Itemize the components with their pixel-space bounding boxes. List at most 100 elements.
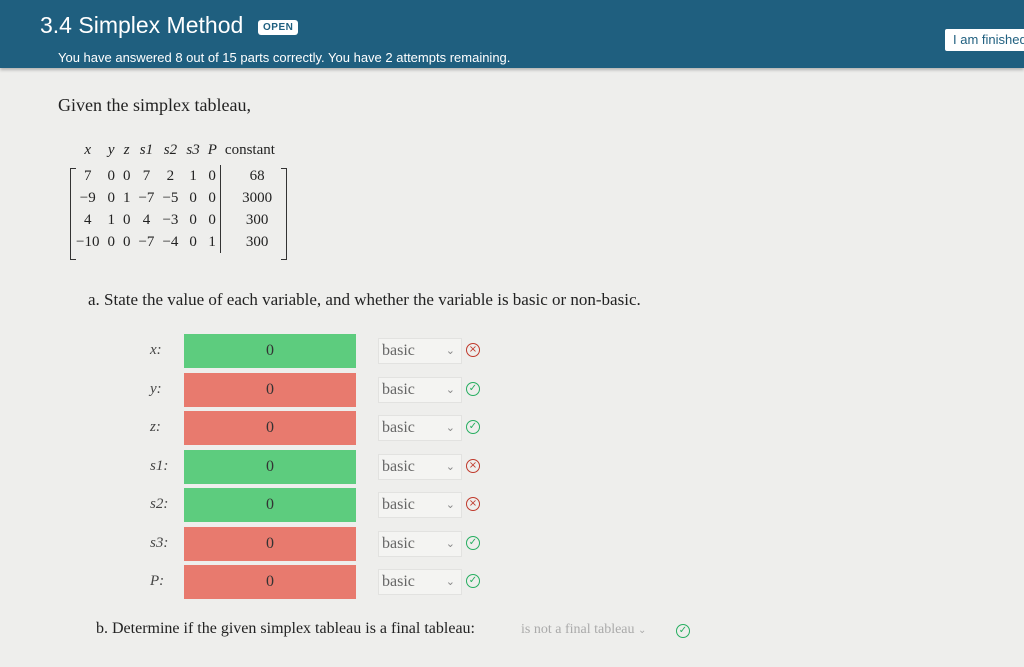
cross-icon: × (466, 343, 480, 357)
variable-label: s3: (150, 534, 169, 551)
part-b-instruction: b. Determine if the given simplex tablea… (96, 620, 475, 637)
chevron-down-icon: ⌄ (445, 537, 455, 550)
tableau-header: x (84, 141, 92, 158)
basic-select-value: basic (382, 496, 415, 513)
tableau-cell: 0 (122, 211, 131, 228)
tableau-cell: 3000 (220, 187, 279, 209)
tableau-cell: 1 (189, 167, 197, 184)
basic-select[interactable]: basic ⌄ (378, 530, 462, 557)
basic-select[interactable]: basic ⌄ (378, 453, 462, 480)
chevron-down-icon: ⌄ (638, 625, 647, 636)
tableau-cell: 1 (122, 189, 131, 206)
tableau-header: s1 (139, 141, 154, 158)
tableau-row: 4 1 0 4 −3 0 0 300 (72, 209, 279, 231)
basic-select[interactable]: basic ⌄ (378, 376, 462, 403)
top-bar: 3.4 Simplex Method OPEN You have answere… (0, 0, 1024, 68)
variable-label: y: (150, 380, 162, 397)
basic-select[interactable]: basic ⌄ (378, 492, 462, 518)
variable-label: s1: (150, 457, 169, 474)
chevron-down-icon: ⌄ (445, 576, 455, 588)
tableau-row: 7 0 0 7 2 1 0 68 (72, 165, 279, 187)
variable-label: x: (150, 342, 162, 358)
variable-label: z: (150, 419, 161, 435)
tableau-cell: 0 (208, 189, 216, 206)
basic-select[interactable]: basic ⌄ (378, 569, 462, 595)
basic-select-value: basic (382, 342, 415, 359)
tableau-cell: 0 (107, 189, 115, 206)
tableau-cell: 0 (189, 211, 197, 228)
tableau-cell: 0 (122, 167, 131, 184)
tableau-cell: 68 (220, 165, 279, 187)
chevron-down-icon: ⌄ (445, 345, 455, 357)
check-icon: ✓ (466, 420, 480, 434)
tableau-table: x y z s1 s2 s3 Pconstant 7 0 0 7 2 1 0 68 −9 0 1 −7 −5 0 0 300… (72, 135, 279, 253)
tableau-cell: 7 (83, 167, 92, 184)
answer-row: s3: 0 basic ⌄ ✓ (0, 526, 1024, 561)
value-input[interactable]: 0 (184, 488, 356, 522)
final-tableau-select[interactable]: is not a final tableau ⌄ (516, 619, 672, 641)
answer-row: P: 0 basic ⌄ ✓ (0, 565, 1024, 599)
tableau-header-row: x y z s1 s2 s3 Pconstant (72, 135, 279, 165)
tableau-cell: −7 (138, 233, 155, 250)
tableau-cell: 0 (122, 233, 131, 250)
tableau-cell: 300 (220, 209, 279, 231)
part-a-instruction: a. State the value of each variable, and… (88, 290, 641, 309)
check-icon: ✓ (466, 535, 480, 550)
answer-row: z: 0 basic ⌄ ✓ (0, 411, 1024, 445)
matrix-bracket-left (70, 168, 76, 260)
chevron-down-icon: ⌄ (445, 422, 455, 434)
answer-row: x: 0 basic ⌄ × (0, 334, 1024, 368)
basic-select-value: basic (382, 419, 415, 436)
tableau-header: z (123, 141, 130, 158)
tableau-cell: 0 (189, 189, 197, 206)
finish-button[interactable]: I am finished (944, 28, 1024, 52)
tableau-cell: −3 (162, 211, 179, 228)
check-icon: ✓ (466, 381, 480, 396)
tableau-cell: 1 (208, 233, 216, 250)
tableau-cell: 0 (208, 211, 216, 228)
final-tableau-select-value: is not a final tableau (521, 622, 635, 637)
value-input[interactable]: 0 (184, 334, 356, 368)
basic-select[interactable]: basic ⌄ (378, 415, 462, 441)
value-input[interactable]: 0 (184, 526, 356, 561)
tableau-cell: 300 (220, 231, 279, 253)
basic-select[interactable]: basic ⌄ (378, 338, 462, 364)
tableau-header: y (107, 141, 115, 158)
tableau-cell: 0 (208, 167, 216, 184)
tableau-row: −10 0 0 −7 −4 0 1 300 (72, 231, 279, 253)
tableau-cell: −9 (79, 189, 96, 206)
value-input[interactable]: 0 (184, 565, 356, 599)
matrix-bracket-right (280, 168, 287, 260)
answer-row: s1: 0 basic ⌄ × (0, 449, 1024, 484)
cross-icon: × (466, 458, 480, 473)
tableau-header: constant (224, 141, 275, 158)
chevron-down-icon: ⌄ (445, 460, 455, 473)
value-input[interactable]: 0 (184, 372, 356, 407)
value-input[interactable]: 0 (184, 449, 356, 484)
status-badge: OPEN (258, 20, 299, 35)
tableau-cell: −10 (76, 233, 100, 250)
basic-select-value: basic (382, 573, 415, 590)
progress-text: You have answered 8 out of 15 parts corr… (58, 50, 511, 65)
value-input[interactable]: 0 (184, 411, 356, 445)
tableau-cell: −5 (162, 189, 179, 206)
tableau-cell: 0 (189, 233, 197, 250)
tableau-cell: 1 (107, 211, 115, 228)
tableau-cell: −4 (162, 233, 179, 250)
tableau-cell: −7 (138, 189, 155, 206)
chevron-down-icon: ⌄ (445, 383, 455, 396)
question-prompt: Given the simplex tableau, (58, 95, 251, 115)
check-icon: ✓ (676, 624, 690, 638)
answer-row: y: 0 basic ⌄ ✓ (0, 372, 1024, 407)
cross-icon: × (466, 497, 480, 511)
basic-select-value: basic (382, 457, 415, 475)
variable-label: P: (150, 573, 165, 589)
tableau-cell: 7 (142, 167, 151, 184)
tableau-cell: 4 (83, 211, 92, 228)
tableau-row: −9 0 1 −7 −5 0 0 3000 (72, 187, 279, 209)
answer-row: s2: 0 basic ⌄ × (0, 488, 1024, 522)
page-title: 3.4 Simplex Method (40, 12, 244, 38)
tableau-cell: 4 (142, 211, 151, 228)
variable-label: s2: (150, 496, 169, 512)
basic-select-value: basic (382, 534, 415, 552)
